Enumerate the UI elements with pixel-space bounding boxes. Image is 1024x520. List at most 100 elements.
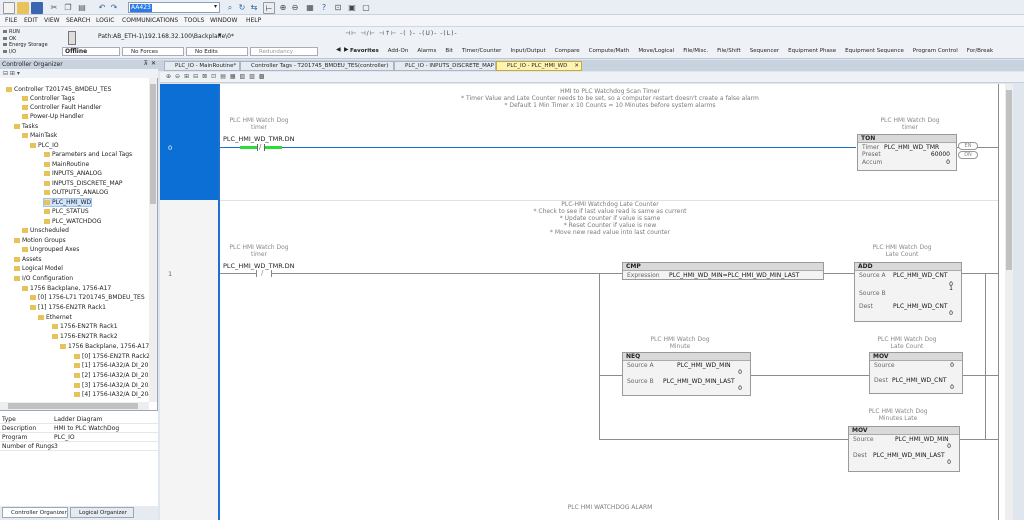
tree-item[interactable]: [0] 1756-EN2TR Rack2 [74, 353, 150, 360]
tab-inputs-discrete-map[interactable]: PLC_IO - INPUTS_DISCRETE_MAP [394, 61, 496, 71]
menu-file[interactable]: FILE [5, 17, 17, 24]
tree-item[interactable]: 1756-EN2TR Rack2 [52, 333, 118, 340]
menu-logic[interactable]: LOGIC [96, 17, 114, 24]
palette-tab-program-control[interactable]: Program Control [913, 48, 958, 54]
tree-item[interactable]: [1] 1756-EN2TR Rack1 [30, 304, 106, 311]
palette-tab-add-on[interactable]: Add-On [388, 48, 409, 54]
tree-item[interactable]: PLC_HMI_WD [42, 198, 93, 207]
tab-logical-organizer[interactable]: Logical Organizer [70, 507, 134, 518]
edit-rung-icon[interactable]: ▦ [230, 73, 240, 80]
palette-scroll-right-icon[interactable]: ▶ [344, 46, 349, 53]
ladder-view-icon[interactable]: ⊢ [263, 2, 275, 14]
zoom-out-icon[interactable]: ⊖ [175, 73, 184, 80]
palette-tab-file-misc-[interactable]: File/Misc. [683, 48, 708, 54]
tree-item[interactable]: INPUTS_DISCRETE_MAP [44, 180, 122, 187]
tree-item[interactable]: PLC_IO [30, 142, 59, 149]
tree-item[interactable]: Controller T201745_BMDEU_TES [6, 86, 111, 93]
tree-item[interactable]: PLC_WATCHDOG [44, 218, 101, 225]
tree-item[interactable]: 1756-EN2TR Rack1 [52, 323, 118, 330]
tree-item[interactable]: Ethernet [38, 314, 72, 321]
menu-tools[interactable]: TOOLS [184, 17, 204, 24]
palette-tab-file-shift[interactable]: File/Shift [717, 48, 741, 54]
palette-scroll-left-icon[interactable]: ◀ [336, 46, 341, 53]
layout-icon[interactable]: ▣ [346, 2, 358, 14]
nav-next-icon[interactable]: ⊠ [202, 73, 211, 80]
help-icon[interactable]: ? [318, 2, 330, 14]
nav-prev-icon[interactable]: ⊟ [193, 73, 202, 80]
palette-tab-equipment-phase[interactable]: Equipment Phase [788, 48, 836, 54]
menu-window[interactable]: WINDOW [210, 17, 237, 24]
scroll-thumb[interactable] [1006, 90, 1012, 270]
tree-item[interactable]: Ungrouped Axes [22, 246, 79, 253]
cut-icon[interactable]: ✂ [48, 2, 60, 14]
tree-item[interactable]: [1] 1756-IA32/A DI_201 [74, 362, 152, 369]
tab-plc-hmi-wd[interactable]: PLC_IO - PLC_HMI_WD ✕ [496, 61, 582, 71]
zoom-in-icon[interactable]: ⊕ [277, 2, 289, 14]
rung-selection-gutter[interactable] [160, 84, 220, 200]
tree-item[interactable]: Unscheduled [22, 227, 69, 234]
tree-item[interactable]: [2] 1756-IA32/A DI_202 [74, 372, 152, 379]
tree-item[interactable]: Power-Up Handler [22, 113, 84, 120]
new-file-icon[interactable] [3, 2, 15, 14]
tree-item[interactable]: OUTPUTS_ANALOG [44, 189, 108, 196]
add-instruction[interactable]: ADD Source A PLC_HMI_WD_CNT 0 Source B1 D… [854, 262, 962, 322]
tree-item[interactable]: PLC_STATUS [44, 208, 89, 215]
menu-edit[interactable]: EDIT [24, 17, 38, 24]
path-value[interactable]: AB_ETH-1\192.168.32.100\Backplane\0* [113, 33, 234, 40]
controller-combo[interactable]: AA423 ▾ [128, 2, 220, 13]
tree-item[interactable]: [4] 1756-IA32/A DI_204 [74, 391, 152, 398]
neq-instruction[interactable]: NEQ Source A PLC_HMI_WD_MIN 0 Source B PLC… [622, 352, 751, 396]
tree-item[interactable]: Controller Tags [22, 95, 75, 102]
save-icon[interactable] [31, 2, 43, 14]
copy-icon[interactable]: ❐ [62, 2, 74, 14]
tree-item[interactable]: [0] 1756-L71 T201745_BMDEU_TES [30, 294, 145, 301]
palette-tab-bit[interactable]: Bit [445, 48, 452, 54]
instruction-icon-strip[interactable]: ⊣⊢ ⊣/⊢ ⊣↑⊢ ‑( )‑ ‑(U)‑ ‑(L)‑ [345, 30, 505, 42]
tree-hscrollbar[interactable] [0, 402, 149, 410]
go-online-icon[interactable]: ⇆ [248, 2, 260, 14]
undo-icon[interactable]: ↶ [96, 2, 108, 14]
tree-item[interactable]: INPUTS_ANALOG [44, 170, 102, 177]
rung-0-xio-contact[interactable]: / [240, 143, 282, 151]
window-icon[interactable]: ▢ [360, 2, 372, 14]
palette-tab-alarms[interactable]: Alarms [417, 48, 436, 54]
tree-scroll-thumb[interactable] [150, 84, 156, 204]
palette-tab-move-logical[interactable]: Move/Logical [638, 48, 674, 54]
palette-tab-favorites[interactable]: Favorites [350, 48, 379, 54]
palette-tab-for-break[interactable]: For/Break [967, 48, 993, 54]
tree-item[interactable]: Logical Model [14, 265, 63, 272]
palette-tab-input-output[interactable]: Input/Output [510, 48, 545, 54]
tree-item[interactable]: Tasks [14, 123, 38, 130]
palette-tab-timer-counter[interactable]: Timer/Counter [462, 48, 502, 54]
tree-scrollbar[interactable] [149, 78, 157, 402]
ton-instruction[interactable]: TON Timer PLC_HMI_WD_TMR Preset 60000 Accu… [857, 134, 957, 171]
tag-icon[interactable]: ▨ [249, 73, 259, 80]
tree-item[interactable]: Controller Fault Handler [22, 104, 101, 111]
close-tab-icon[interactable]: ✕ [574, 62, 579, 70]
verify-icon[interactable]: ↻ [236, 2, 248, 14]
window-arrange-icon[interactable]: ▩ [259, 73, 269, 80]
paste-icon[interactable]: ▤ [76, 2, 88, 14]
tree-item[interactable]: Motion Groups [14, 237, 66, 244]
tab-controller-tags[interactable]: Controller Tags - T201745_BMDEU_TES(cont… [240, 61, 394, 71]
path-dropdown-icon[interactable]: ▾ [218, 31, 222, 39]
tree-item[interactable]: Parameters and Local Tags [44, 151, 132, 158]
rung-1-xio-contact[interactable]: / [256, 269, 272, 277]
tree-hscroll-thumb[interactable] [8, 403, 138, 409]
palette-tab-compare[interactable]: Compare [555, 48, 580, 54]
menu-help[interactable]: HELP [246, 17, 261, 24]
tree-item[interactable]: [3] 1756-IA32/A DI_203 [74, 382, 152, 389]
properties-icon[interactable]: ▦ [304, 2, 316, 14]
palette-tab-compute-math[interactable]: Compute/Math [589, 48, 630, 54]
tab-controller-organizer[interactable]: Controller Organizer [2, 507, 68, 518]
palette-tab-equipment-sequence[interactable]: Equipment Sequence [845, 48, 904, 54]
redo-icon[interactable]: ↷ [108, 2, 120, 14]
zoom-out-icon[interactable]: ⊖ [289, 2, 301, 14]
tree-item[interactable]: 1756 Backplane, 1756-A17 [60, 343, 149, 350]
find-icon[interactable]: ⌕ [224, 2, 236, 14]
menu-search[interactable]: SEARCH [66, 17, 90, 24]
open-folder-icon[interactable] [17, 2, 29, 14]
tab-main-routine[interactable]: PLC_IO - MainRoutine* [164, 61, 240, 71]
browse-icon[interactable]: ⊡ [332, 2, 344, 14]
tree-item[interactable]: MainTask [22, 132, 57, 139]
